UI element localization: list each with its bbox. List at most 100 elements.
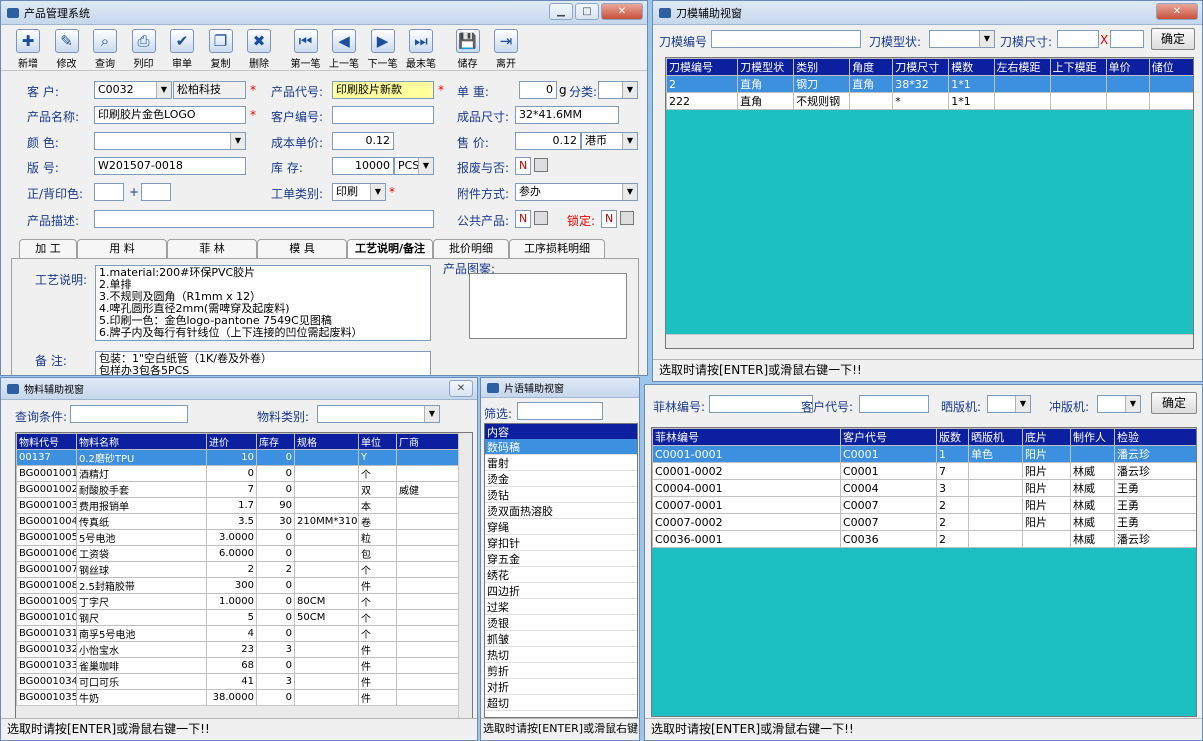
category-select[interactable]: ▼ [598,81,638,99]
toolbar-button-5[interactable]: ❐ 复制 [202,29,240,70]
list-item[interactable]: 雷射 [485,455,637,471]
filter-field[interactable] [517,402,603,420]
close-button[interactable]: ✕ [601,3,643,20]
list-item[interactable]: 四边折 [485,583,637,599]
toolbar-button-2[interactable]: ⌕ 查询 [86,29,124,70]
calendar-icon[interactable] [534,158,548,172]
table-row[interactable]: BG0001033 雀巢咖啡 68 0 件 [16,657,461,674]
table-row[interactable]: C0001-0001 C0001 1 单色 阳片 潘云珍 [652,445,1196,463]
weight-field[interactable]: 0 [519,81,557,99]
column-header[interactable]: 客户代号 [840,428,937,446]
table-row[interactable]: BG0001004传真纸3.530210MM*310MM卷 [16,513,461,530]
attach-select[interactable]: 参办 ▼ [515,183,638,201]
toolbar-button-6[interactable]: ✖ 删除 [240,29,278,70]
list-item[interactable]: 烫钻 [485,487,637,503]
die-ok-button[interactable]: 确定 [1151,28,1195,50]
list-item[interactable]: 剪折 [485,663,637,679]
list-item[interactable]: 烫银 [485,615,637,631]
query-field[interactable] [70,405,188,423]
lookup-icon[interactable] [534,211,548,225]
tab-5[interactable]: 批价明细 [433,239,509,259]
column-header[interactable]: 厂商 [396,433,461,450]
toolbar-button-11[interactable]: 💾 储存 [449,29,487,70]
toolbar-button-4[interactable]: ✔ 审单 [163,29,201,70]
column-header[interactable]: 左右模距 [993,58,1051,76]
column-header[interactable]: 刀模型状 [737,58,795,76]
toolbar-button-10[interactable]: ⏭ 最末笔 [402,29,440,70]
customer-name-field[interactable]: 松柏科技 [173,81,246,99]
maximize-button[interactable]: □ [575,3,599,20]
table-row[interactable]: 222 直角 不规则钢 * 1*1 [666,92,1193,110]
lookup-icon[interactable] [620,211,634,225]
pattern-box[interactable] [469,273,627,339]
product-name-field[interactable]: 印刷胶片金色LOGO [94,106,246,124]
table-row[interactable]: BG0001034 可口可乐 41 3 件 [16,673,461,690]
table-row[interactable]: C0007-0001 C0007 2 阳片 林威 王勇 [652,496,1196,514]
die-no-field[interactable] [711,30,861,48]
column-header[interactable]: 单价 [1105,58,1150,76]
color-select[interactable]: ▼ [94,132,246,150]
tab-4[interactable]: 工艺说明/备注 [347,239,433,259]
toolbar-button-7[interactable]: ⏮ 第一笔 [287,29,325,70]
toolbar-button-0[interactable]: ✚ 新增 [9,29,47,70]
column-header[interactable]: 单位 [358,433,397,450]
size-field[interactable]: 32*41.6MM [515,106,619,124]
punch-machine-select[interactable]: ▼ [1097,395,1141,413]
chevron-down-icon[interactable]: ▼ [424,406,439,422]
list-item[interactable]: 数码稿 [485,439,637,455]
list-item[interactable]: 热切 [485,647,637,663]
table-row[interactable]: BG0001008 2.5封箱胶带 300 0 件 [16,577,461,594]
tab-2[interactable]: 菲 林 [167,239,257,259]
toolbar-button-1[interactable]: ✎ 修改 [48,29,86,70]
toolbar-button-8[interactable]: ◀ 上一笔 [325,29,363,70]
chevron-down-icon[interactable]: ▼ [622,133,637,149]
desc-field[interactable] [94,210,434,228]
list-item[interactable]: 绣花 [485,567,637,583]
material-category-select[interactable]: ▼ [317,405,440,423]
film-cust-field[interactable] [859,395,929,413]
die-size-h-field[interactable] [1110,30,1144,48]
list-item[interactable]: 超切 [485,695,637,711]
version-field[interactable]: W201507-0018 [94,157,246,175]
tab-6[interactable]: 工序损耗明细 [509,239,605,259]
list-item[interactable]: 对折 [485,679,637,695]
chevron-down-icon[interactable]: ▼ [370,184,385,200]
column-header[interactable]: 上下模距 [1049,58,1107,76]
chevron-down-icon[interactable]: ▼ [156,82,171,98]
currency-select[interactable]: 港币 ▼ [581,132,638,150]
table-row[interactable]: 2 直角 钢刀 直角 38*32 1*1 [666,75,1193,93]
print-machine-select[interactable]: ▼ [987,395,1031,413]
column-header[interactable]: 储位 [1148,58,1193,76]
front-color-field[interactable] [94,183,124,201]
column-header[interactable]: 底片 [1022,428,1071,446]
product-code-field[interactable]: 印刷胶片新款 [332,81,434,99]
remark-notes[interactable]: 包装：1"空白纸管（1K/卷及外卷） 包样办3包各5PCS [95,351,431,375]
toolbar-button-12[interactable]: ⇥ 离开 [487,29,525,70]
column-header[interactable]: 制作人 [1070,428,1115,446]
price-field[interactable]: 0.12 [515,132,581,150]
list-item[interactable]: 抓皱 [485,631,637,647]
tab-0[interactable]: 加 工 [19,239,77,259]
toolbar-button-9[interactable]: ▶ 下一笔 [364,29,402,70]
vertical-scrollbar[interactable] [458,433,472,719]
stock-unit-select[interactable]: PCS ▼ [394,157,434,175]
table-row[interactable]: BG0001010 钢尺 5 0 50CM 个 [16,609,461,626]
table-row[interactable]: BG0001002 耐酸胶手套 7 0 双威健 [16,481,461,498]
list-item[interactable]: 穿绳 [485,519,637,535]
chevron-down-icon[interactable]: ▼ [230,133,245,149]
table-row[interactable]: BG0001005 5号电池 3.0000 0 粒 [16,529,461,546]
list-item[interactable]: 穿扣针 [485,535,637,551]
column-header[interactable]: 规格 [294,433,359,450]
die-shape-select[interactable]: ▼ [929,30,995,48]
horizontal-scrollbar[interactable] [666,334,1193,348]
public-field[interactable]: N [515,210,531,228]
chevron-down-icon[interactable]: ▼ [1015,396,1030,412]
chevron-down-icon[interactable]: ▼ [418,158,433,174]
table-row[interactable]: BG0001003 费用报销单 1.7 90 本 [16,497,461,514]
list-item[interactable]: 烫双面热溶胶 [485,503,637,519]
scrap-field[interactable]: N [515,157,531,175]
table-row[interactable]: BG0001001 酒精灯 0 0 个 [16,465,461,482]
table-row[interactable]: BG0001032 小怡宝水 23 3 件 [16,641,461,658]
column-header[interactable]: 晒版机 [968,428,1023,446]
column-header[interactable]: 库存 [256,433,295,450]
